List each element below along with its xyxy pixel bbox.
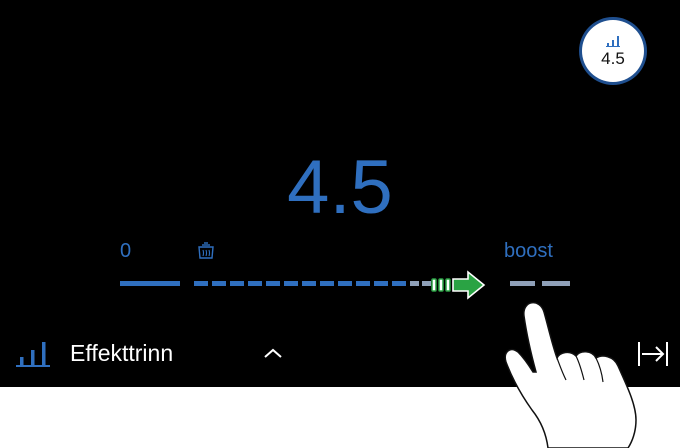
mode-label[interactable]: Effekttrinn xyxy=(70,340,173,367)
exit-icon[interactable] xyxy=(636,340,670,368)
pot-icon xyxy=(198,242,214,259)
slider-segment[interactable] xyxy=(302,281,316,286)
slider-segment[interactable] xyxy=(212,281,226,286)
slider-segment[interactable] xyxy=(194,281,208,286)
boost-label: boost xyxy=(504,240,553,262)
min-label: 0 xyxy=(120,240,132,262)
slider-segment[interactable] xyxy=(284,281,298,286)
power-level-slider[interactable] xyxy=(110,268,580,302)
slider-segment[interactable] xyxy=(422,281,431,286)
slider-segment[interactable] xyxy=(374,281,388,286)
slider-segment[interactable] xyxy=(542,281,570,286)
slider-segment[interactable] xyxy=(248,281,262,286)
boost-arrow-icon[interactable] xyxy=(431,270,486,300)
levels-icon[interactable] xyxy=(16,340,50,368)
bottom-bar: Effekttrinn xyxy=(0,330,680,380)
badge-value: 4.5 xyxy=(601,49,625,68)
chevron-up-icon[interactable] xyxy=(262,346,284,360)
slider-segment[interactable] xyxy=(266,281,280,286)
slider-segment[interactable] xyxy=(338,281,352,286)
slider-segment[interactable] xyxy=(392,281,406,286)
power-level-icon xyxy=(606,36,620,47)
cooktop-screen: 4.5 4.5 0 boost Effekttrinn xyxy=(0,0,680,387)
slider-segment[interactable] xyxy=(410,281,419,286)
slider-segment[interactable] xyxy=(356,281,370,286)
slider-segment[interactable] xyxy=(230,281,244,286)
power-level-value: 4.5 xyxy=(287,145,393,230)
power-level-badge[interactable]: 4.5 xyxy=(582,20,644,82)
slider-segment[interactable] xyxy=(510,281,535,286)
slider-segment[interactable] xyxy=(120,281,180,286)
slider-segment[interactable] xyxy=(320,281,334,286)
